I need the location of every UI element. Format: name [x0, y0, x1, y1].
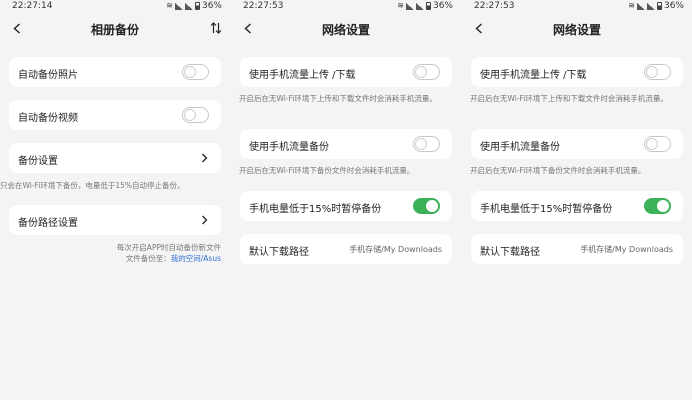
signal-icon: [174, 2, 183, 10]
top-bar: 相册备份: [0, 14, 230, 44]
wifi-icon: ≋: [628, 1, 635, 10]
auto-backup-videos-row[interactable]: 自动备份视频: [9, 100, 221, 130]
toggle-knob: [426, 200, 438, 212]
network-settings-screen: 22:27:53 ≋ 36% 网络设置 使用手机流量上传 /下载 开启后在无Wi…: [231, 0, 461, 400]
toggle-knob: [646, 138, 658, 150]
status-time: 22:27:14: [12, 1, 53, 11]
mobile-data-backup-toggle[interactable]: [413, 136, 440, 152]
row-label: 默认下载路径: [480, 247, 540, 258]
auto-backup-photos-toggle[interactable]: [182, 64, 209, 80]
row-label: 自动备份照片: [18, 70, 78, 81]
battery-level: 36%: [201, 1, 222, 11]
sort-icon[interactable]: [210, 22, 222, 34]
wifi-icon: ≋: [166, 1, 173, 10]
backup-note: 只会在Wi-Fi环境下备份，电量低于15%自动停止备份。: [0, 181, 185, 190]
download-path-value: 手机存储/My Downloads: [349, 245, 442, 254]
row-label: 备份路径设置: [18, 218, 78, 229]
row-label: 使用手机流量备份: [249, 142, 329, 153]
status-time: 22:27:53: [474, 1, 515, 11]
mobile-data-backup-row[interactable]: 使用手机流量备份: [240, 129, 452, 159]
mobile-data-backup-toggle[interactable]: [644, 136, 671, 152]
auto-backup-videos-toggle[interactable]: [182, 107, 209, 123]
backup-footer: 每次开启APP时自动备份新文件 文件备份至：我的空间/Asus: [117, 242, 221, 264]
mobile-data-transfer-toggle[interactable]: [644, 64, 671, 80]
toggle-knob: [415, 66, 427, 78]
footer-prefix: 文件备份至：: [125, 254, 171, 263]
battery-icon: [425, 2, 431, 10]
signal-icon: [636, 2, 645, 10]
status-bar: 22:27:14 ≋ 36%: [0, 0, 230, 14]
auto-backup-photos-row[interactable]: 自动备份照片: [9, 57, 221, 87]
top-bar: 网络设置: [462, 14, 692, 44]
chevron-right-icon: [202, 153, 208, 163]
battery-level: 36%: [663, 1, 684, 11]
mobile-data-backup-row[interactable]: 使用手机流量备份: [471, 129, 683, 159]
battery-level: 36%: [432, 1, 453, 11]
toggle-knob: [184, 66, 196, 78]
page-title: 网络设置: [321, 23, 370, 37]
low-battery-pause-toggle[interactable]: [644, 198, 671, 214]
toggle-knob: [646, 66, 658, 78]
mobile-data-transfer-note: 开启后在无Wi-Fi环境下上传和下载文件时会消耗手机流量。: [239, 94, 437, 103]
row-label: 手机电量低于15%时暂停备份: [249, 204, 382, 215]
backup-settings-row[interactable]: 备份设置: [9, 143, 221, 173]
toggle-knob: [184, 109, 196, 121]
status-icons: ≋ 36%: [166, 1, 222, 11]
wifi-icon: ≋: [397, 1, 404, 10]
network-settings-screen: 22:27:53 ≋ 36% 网络设置 使用手机流量上传 /下载 开启后在无Wi…: [462, 0, 692, 400]
page-title: 网络设置: [552, 23, 601, 37]
low-battery-pause-row[interactable]: 手机电量低于15%时暂停备份: [471, 191, 683, 221]
row-label: 使用手机流量上传 /下载: [480, 70, 587, 81]
signal-icon: [415, 2, 424, 10]
signal-icon: [646, 2, 655, 10]
row-label: 默认下载路径: [249, 247, 309, 258]
top-bar: 网络设置: [231, 14, 461, 44]
row-label: 自动备份视频: [18, 113, 78, 124]
row-label: 使用手机流量备份: [480, 142, 560, 153]
status-time: 22:27:53: [243, 1, 284, 11]
mobile-data-backup-note: 开启后在无Wi-Fi环境下备份文件时会消耗手机流量。: [239, 166, 415, 175]
page-title: 相册备份: [90, 23, 139, 37]
status-bar: 22:27:53 ≋ 36%: [231, 0, 461, 14]
battery-icon: [194, 2, 200, 10]
signal-icon: [184, 2, 193, 10]
status-icons: ≋ 36%: [397, 1, 453, 11]
row-label: 备份设置: [18, 156, 58, 167]
album-backup-screen: 22:27:14 ≋ 36% 相册备份 自动备份照片 自动备份视频 备份设置 只…: [0, 0, 230, 400]
low-battery-pause-row[interactable]: 手机电量低于15%时暂停备份: [240, 191, 452, 221]
backup-destination-link[interactable]: 我的空间/Asus: [171, 254, 221, 263]
mobile-data-transfer-toggle[interactable]: [413, 64, 440, 80]
row-label: 使用手机流量上传 /下载: [249, 70, 356, 81]
toggle-knob: [657, 200, 669, 212]
default-download-path-row[interactable]: 默认下载路径 手机存储/My Downloads: [471, 234, 683, 264]
chevron-right-icon: [202, 215, 208, 225]
signal-icon: [405, 2, 414, 10]
mobile-data-transfer-row[interactable]: 使用手机流量上传 /下载: [240, 57, 452, 87]
footer-line: 每次开启APP时自动备份新文件: [116, 243, 221, 252]
download-path-value: 手机存储/My Downloads: [580, 245, 673, 254]
toggle-knob: [415, 138, 427, 150]
mobile-data-transfer-row[interactable]: 使用手机流量上传 /下载: [471, 57, 683, 87]
default-download-path-row[interactable]: 默认下载路径 手机存储/My Downloads: [240, 234, 452, 264]
mobile-data-backup-note: 开启后在无Wi-Fi环境下备份文件时会消耗手机流量。: [470, 166, 646, 175]
status-bar: 22:27:53 ≋ 36%: [462, 0, 692, 14]
low-battery-pause-toggle[interactable]: [413, 198, 440, 214]
mobile-data-transfer-note: 开启后在无Wi-Fi环境下上传和下载文件时会消耗手机流量。: [470, 94, 668, 103]
backup-path-settings-row[interactable]: 备份路径设置: [9, 205, 221, 235]
row-label: 手机电量低于15%时暂停备份: [480, 204, 613, 215]
battery-icon: [656, 2, 662, 10]
status-icons: ≋ 36%: [628, 1, 684, 11]
footer-line: 文件备份至：我的空间/Asus: [117, 253, 221, 264]
